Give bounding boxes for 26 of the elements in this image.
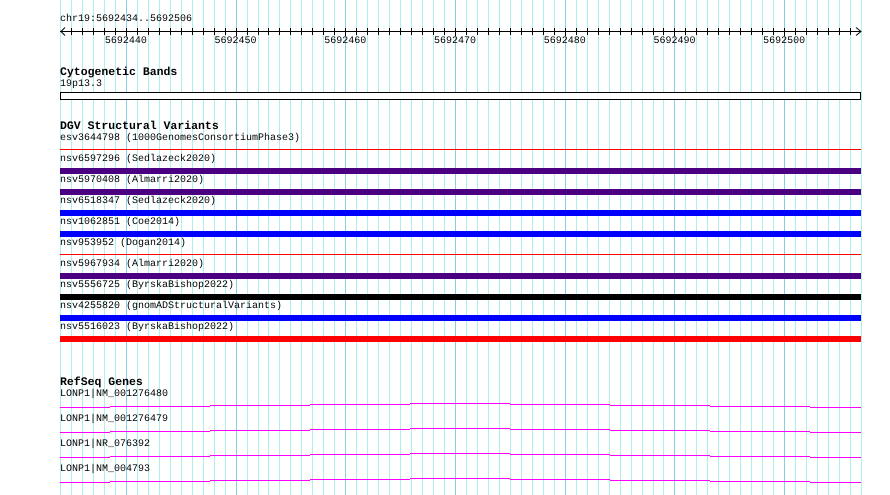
feature-label: nsv4255820 (gnomADStructuralVariants) [60, 301, 282, 313]
tick-label: 5692470 [434, 36, 476, 48]
feature-label: nsv5516023 (ByrskaBishop2022) [60, 322, 234, 334]
feature-label: nsv1062851 (Coe2014) [60, 217, 180, 229]
tick-label: 5692480 [544, 36, 586, 48]
tick-label: 5692500 [763, 36, 806, 48]
tick-label: 5692460 [324, 36, 366, 48]
feature-label: LONP1|NM_004793 [60, 464, 150, 476]
track-title: Cytogenetic Bands [60, 67, 178, 79]
location-label: chr19:5692434..5692506 [60, 14, 192, 26]
feature-label: LONP1|NM_001276480 [60, 389, 168, 401]
feature-label: 19p13.3 [60, 79, 102, 91]
tick-label: 5692450 [214, 36, 257, 48]
feature-label: LONP1|NM_001276479 [60, 414, 168, 426]
track-title: RefSeq Genes [60, 377, 143, 389]
feature-label: nsv953952 (Dogan2014) [60, 238, 186, 250]
feature-label: nsv5970408 (Almarri2020) [60, 175, 204, 187]
feature-label: nsv5967934 (Almarri2020) [60, 259, 204, 271]
feature-label: esv3644798 (1000GenomesConsortiumPhase3) [60, 133, 300, 145]
tick-label: 5692490 [653, 36, 696, 48]
tick-label: 5692440 [104, 36, 147, 48]
feature-label: nsv5556725 (ByrskaBishop2022) [60, 280, 234, 292]
feature-label: LONP1|NR_076392 [60, 439, 150, 451]
feature-label: nsv6597296 (Sedlazeck2020) [60, 154, 216, 166]
feature-label: nsv6518347 (Sedlazeck2020) [60, 196, 216, 208]
track-title: DGV Structural Variants [60, 121, 219, 133]
